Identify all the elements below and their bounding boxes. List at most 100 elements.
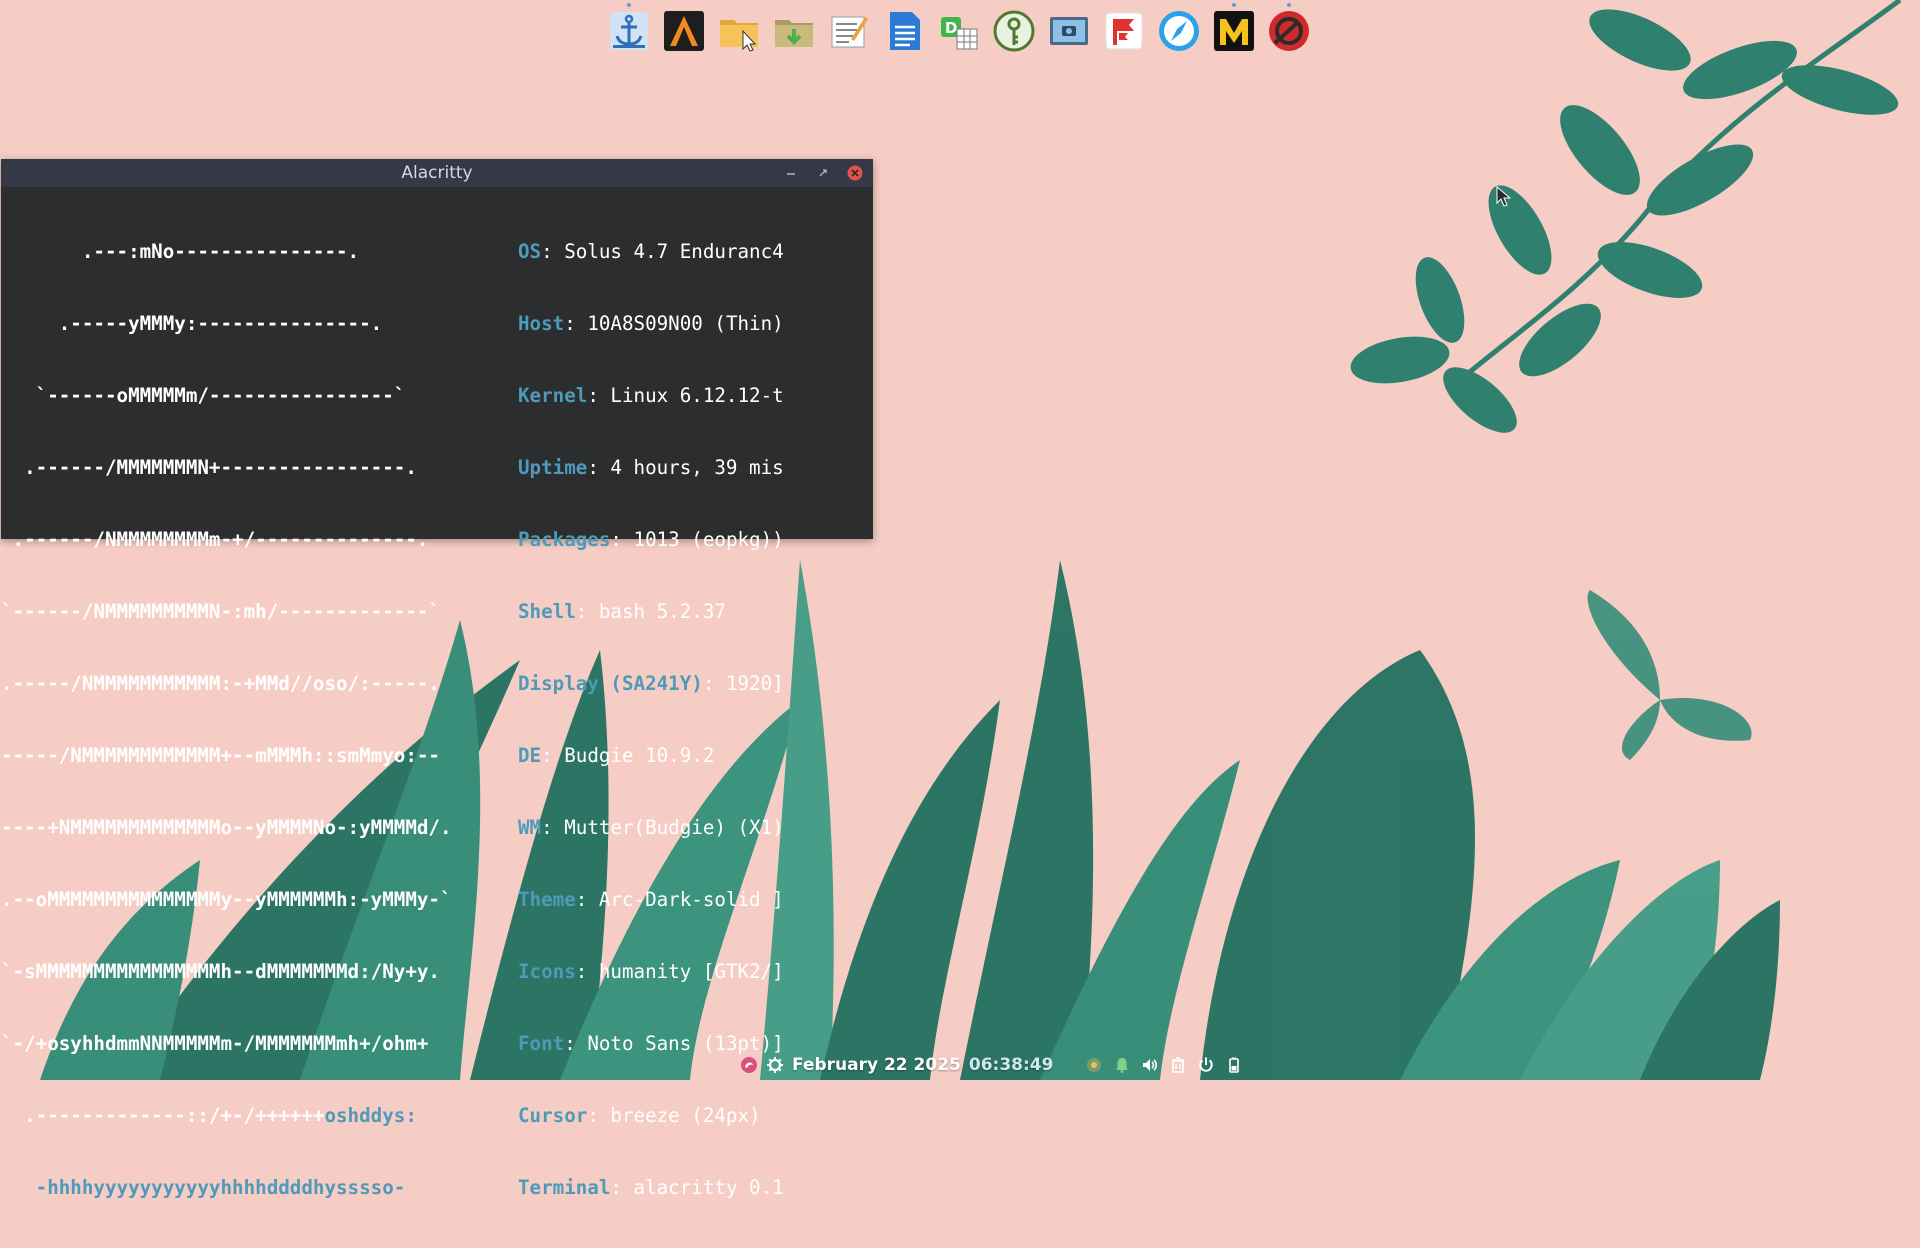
info-line-uptime: Uptime: 4 hours, 39 mis bbox=[518, 456, 784, 480]
settings-gear-icon[interactable] bbox=[766, 1056, 784, 1074]
info-value: : Solus 4.7 Enduranc4 bbox=[541, 240, 784, 263]
maximize-button[interactable] bbox=[815, 165, 831, 181]
dock-item-anchor[interactable] bbox=[604, 2, 653, 56]
trash-icon[interactable] bbox=[1169, 1056, 1187, 1074]
logo-line: .-----/NMMMMMMMMMMM:-+MMd//oso/:-----. bbox=[1, 672, 440, 695]
info-value: : bash 5.2.37 bbox=[575, 600, 726, 623]
power-icon[interactable] bbox=[1197, 1056, 1215, 1074]
system-info: OS: Solus 4.7 Enduranc4 Host: 10A8S09N00… bbox=[518, 192, 784, 1248]
svg-text:D: D bbox=[945, 19, 957, 37]
logo-line: .-------------::/+-/++++++oshddys: bbox=[1, 1104, 518, 1128]
info-key: Uptime bbox=[518, 456, 588, 479]
info-value: : Mutter(Budgie) (X1) bbox=[541, 816, 784, 839]
info-value: : 10A8S09N00 (Thin) bbox=[564, 312, 784, 335]
logo-line: .------/MMMMMMMN+----------------. bbox=[1, 456, 417, 479]
info-value: : breeze (24px) bbox=[587, 1104, 761, 1127]
info-line-host: Host: 10A8S09N00 (Thin) bbox=[518, 312, 784, 336]
info-line-cursor: Cursor: breeze (24px) bbox=[518, 1104, 784, 1128]
minimize-button[interactable] bbox=[783, 165, 799, 181]
info-key: Display (SA241Y) bbox=[518, 672, 703, 695]
screenshot-icon bbox=[1049, 17, 1088, 45]
info-line-terminal: Terminal: alacritty 0.1 bbox=[518, 1176, 784, 1200]
clock-time[interactable]: 06:38:49 bbox=[969, 1055, 1054, 1075]
logo-line: `-sMMMMMMMMMMMMMMMMh--dMMMMMMMd:/Ny+y. bbox=[1, 960, 440, 983]
app-indicator-icon[interactable] bbox=[1085, 1056, 1103, 1074]
distro-ascii-logo: .---:mNo---------------. .-----yMMMy:---… bbox=[1, 192, 518, 1248]
info-line-shell: Shell: bash 5.2.37 bbox=[518, 600, 784, 624]
info-key: Theme bbox=[518, 888, 576, 911]
running-indicator bbox=[1286, 2, 1291, 7]
folder-cursor-icon bbox=[719, 20, 758, 52]
dock-item-red-circle-app[interactable] bbox=[1264, 2, 1313, 56]
info-key: Kernel bbox=[518, 384, 588, 407]
logo-line-accent: oshddys: bbox=[324, 1104, 417, 1127]
info-key: WM bbox=[518, 816, 542, 839]
logo-line: `------oMMMMMm/----------------` bbox=[1, 384, 406, 407]
logo-line: -----/NMMMMMMMMMMMM+--mMMMh::smMmyo:-- bbox=[1, 744, 440, 767]
info-line-wm: WM: Mutter(Budgie) (X1) bbox=[518, 816, 784, 840]
info-key: Terminal bbox=[518, 1176, 611, 1199]
info-key: Packages bbox=[518, 528, 611, 551]
info-value: : Linux 6.12.12-t bbox=[587, 384, 784, 407]
dock-item-keepass[interactable] bbox=[989, 7, 1038, 56]
dock-item-downloads[interactable] bbox=[769, 7, 818, 56]
spreadsheet-icon: D bbox=[940, 17, 977, 50]
dock-item-spreadsheet[interactable]: D bbox=[934, 7, 983, 56]
volume-icon[interactable] bbox=[1141, 1056, 1159, 1074]
battery-icon[interactable] bbox=[1225, 1056, 1243, 1074]
logo-line: `-/+osyhhdmmNNMMMMMm-/MMMMMMMmh+/ohm+ bbox=[1, 1032, 429, 1055]
info-line-theme: Theme: Arc-Dark-solid ] bbox=[518, 888, 784, 912]
dock-item-file-manager[interactable] bbox=[714, 7, 763, 56]
dock-item-writer[interactable] bbox=[879, 7, 928, 56]
info-line-kernel: Kernel: Linux 6.12.12-t bbox=[518, 384, 784, 408]
info-key: OS bbox=[518, 240, 542, 263]
info-value: : 4 hours, 39 mis bbox=[587, 456, 784, 479]
text-editor-icon bbox=[831, 16, 868, 48]
terminal-window[interactable]: Alacritty .---:mNo---------------. .----… bbox=[1, 159, 873, 1199]
info-value: : humanity [GTK2/] bbox=[575, 960, 784, 983]
mouse-cursor-icon bbox=[1496, 186, 1512, 207]
logo-line: ----+NMMMMMMMMMMMMMo--yMMMMNo-:yMMMMd/. bbox=[1, 816, 452, 839]
terminal-output[interactable]: .---:mNo---------------. .-----yMMMy:---… bbox=[1, 188, 873, 1248]
system-tray bbox=[1085, 1056, 1243, 1074]
arch-a-icon bbox=[663, 11, 704, 51]
info-value: : Budgie 10.9.2 bbox=[541, 744, 715, 767]
info-key: Icons bbox=[518, 960, 576, 983]
red-circle-app-icon bbox=[1268, 11, 1309, 51]
bottom-panel: February 22 2025 06:38:49 bbox=[740, 1052, 1243, 1078]
dock-item-flag-app[interactable] bbox=[1099, 7, 1148, 56]
window-titlebar[interactable]: Alacritty bbox=[1, 159, 873, 188]
folder-download-icon bbox=[774, 20, 813, 47]
budgie-menu-icon[interactable] bbox=[740, 1056, 758, 1074]
info-line-os: OS: Solus 4.7 Enduranc4 bbox=[518, 240, 784, 264]
dock-item-screenshot[interactable] bbox=[1044, 7, 1093, 56]
anchor-icon bbox=[609, 12, 648, 50]
info-value: : 1920] bbox=[702, 672, 784, 695]
dock-item-browser[interactable] bbox=[1154, 7, 1203, 56]
logo-line: .---:mNo---------------. bbox=[1, 240, 360, 263]
info-value: : Arc-Dark-solid ] bbox=[575, 888, 784, 911]
m-app-icon bbox=[1213, 11, 1254, 51]
info-key: Cursor bbox=[518, 1104, 588, 1127]
keepass-icon bbox=[993, 10, 1034, 52]
info-line-icons: Icons: humanity [GTK2/] bbox=[518, 960, 784, 984]
info-key: Font bbox=[518, 1032, 565, 1055]
document-writer-icon bbox=[889, 12, 920, 50]
close-button[interactable] bbox=[847, 165, 863, 181]
compass-browser-icon bbox=[1158, 11, 1199, 51]
logo-line: -hhhhyyyyyyyyyyyhhhhddddhysssso- bbox=[1, 1176, 406, 1199]
dock-item-m-app[interactable] bbox=[1209, 2, 1258, 56]
clock-date[interactable]: February 22 2025 bbox=[792, 1055, 961, 1075]
dock-item-arch-a[interactable] bbox=[659, 7, 708, 56]
info-value: : 1013 (eopkg)) bbox=[610, 528, 784, 551]
running-indicator bbox=[626, 2, 631, 7]
dock: D bbox=[604, 2, 1313, 56]
window-title: Alacritty bbox=[401, 163, 473, 183]
logo-line: `------/NMMMMMMMMMN-:mh/-------------` bbox=[1, 600, 440, 623]
dock-item-text-editor[interactable] bbox=[824, 7, 873, 56]
info-line-packages: Packages: 1013 (eopkg)) bbox=[518, 528, 784, 552]
flag-app-icon bbox=[1105, 12, 1142, 50]
running-indicator bbox=[1231, 2, 1236, 7]
notification-bell-icon[interactable] bbox=[1113, 1056, 1131, 1074]
info-key: Shell bbox=[518, 600, 576, 623]
